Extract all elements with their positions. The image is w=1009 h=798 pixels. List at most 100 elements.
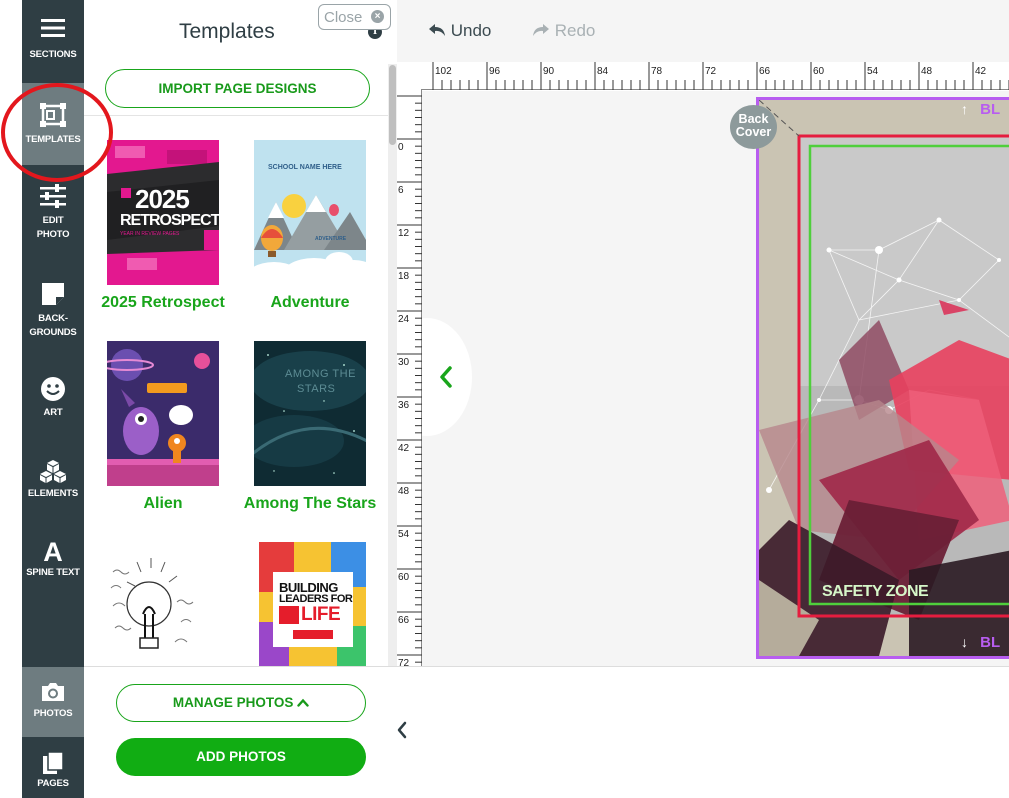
ruler-label: 60 [813,66,825,77]
ruler-label: 54 [867,66,879,77]
stars-artwork [254,341,366,486]
ruler-label: 66 [398,615,410,626]
thumb-school: SCHOOL NAME HERE [268,164,342,171]
cubes-icon [40,460,66,483]
redo-label: Redo [554,21,596,40]
template-name[interactable]: Adventure [235,294,385,312]
undo-icon [429,24,445,36]
nav-bg-label-2: GROUNDS [29,327,77,338]
nav-art[interactable]: ART [22,376,84,420]
thumb-among: AMONG THE [285,368,356,380]
ruler-label: 0 [398,142,404,153]
menu-icon [41,19,65,37]
ruler-label: 84 [597,66,609,77]
ruler-label: 6 [398,185,404,196]
template-thumbnail[interactable] [107,341,219,486]
nav-spine-text[interactable]: A SPINE TEXT [22,538,84,580]
nav-pages[interactable]: PAGES [22,751,84,791]
chevron-up-icon [297,698,309,707]
ruler-label: 72 [398,658,410,666]
thumb-year: 2025 [135,184,190,214]
sliders-icon [40,184,66,208]
nav-bg-label-1: BACK- [38,313,68,324]
collapse-panel-tab[interactable] [422,318,472,436]
manage-photos-label: MANAGE PHOTOS [172,695,294,710]
ruler-label: 48 [921,66,933,77]
chevron-left-icon[interactable] [396,721,408,739]
camera-icon [42,683,64,701]
thumb-year-review: YEAR IN REVIEW PAGES [120,231,180,237]
back-cover-line1: Back [738,112,769,126]
nav-photos-label: PHOTOS [33,708,73,719]
ruler-label: 54 [398,529,410,540]
redo-icon [533,24,549,36]
template-thumbnail[interactable]: SCHOOL NAME HERE ADVENTURE [254,140,366,285]
horizontal-ruler: 10296908478726660544842363024 [421,62,1009,90]
close-button[interactable]: Close × [318,4,391,30]
panel-scrollbar[interactable] [388,64,397,666]
safety-zone-label: SAFETY ZONE [822,583,929,600]
templates-panel: Templates i Close × IMPORT PAGE DESIGNS … [84,0,397,666]
back-cover-page[interactable]: SAFETY ZONE ↑ BL ↓ BL [756,97,1009,659]
thumb-retrospect: RETROSPECT [120,212,219,229]
ruler-label: 72 [705,66,717,77]
nav-sections-label: SECTIONS [29,49,77,60]
thumb-stars: STARS [297,383,336,395]
add-photos-button[interactable]: ADD PHOTOS [116,738,366,776]
thumb-life: LIFE [301,604,341,625]
close-icon: × [371,10,384,23]
ruler-label: 60 [398,572,410,583]
ruler-label: 66 [759,66,771,77]
nav-edit-label-2: PHOTO [36,229,70,240]
chevron-left-icon [440,366,452,388]
nav-elements[interactable]: ELEMENTS [22,459,84,501]
nav-sections[interactable]: SECTIONS [22,18,84,62]
background-icon [42,283,64,305]
redo-button[interactable]: Redo [532,21,595,41]
handwriting-artwork [107,542,219,666]
close-label: Close [324,9,363,26]
nav-art-label: ART [43,407,63,418]
ruler-corner [397,62,421,90]
template-name[interactable]: 2025 Retrospect [88,294,238,312]
template-thumbnail[interactable] [107,542,219,666]
horizontal-ruler-scale: 10296908478726660544842363024 [432,62,1009,90]
bleed-label-top: ↑ BL [961,101,1000,118]
smiley-icon [41,377,65,401]
ruler-label: 42 [975,66,987,77]
bottom-bar: MANAGE PHOTOS ADD PHOTOS [84,666,1009,798]
ruler-label: 12 [398,228,410,239]
back-cover-badge[interactable]: Back Cover [730,105,777,149]
pages-icon [43,751,64,774]
vertical-ruler: 0 6 12 18 24 30 36 42 48 54 60 66 72 [397,90,422,669]
alien-artwork [107,341,219,486]
nav-bottom-group: PHOTOS PAGES [22,667,84,798]
ruler-label: 78 [651,66,663,77]
template-name[interactable]: Alien [88,495,238,513]
ruler-label: 102 [435,66,452,77]
ruler-label: 18 [398,271,410,282]
undo-button[interactable]: Undo [428,21,491,41]
nav-templates-label: TEMPLATES [25,134,81,145]
template-thumbnail[interactable]: AMONG THE STARS [254,341,366,486]
template-name[interactable]: Among The Stars [235,495,385,513]
template-thumbnail[interactable]: 2025 RETROSPECT YEAR IN REVIEW PAGES [107,140,219,285]
import-page-designs-button[interactable]: IMPORT PAGE DESIGNS [105,69,370,108]
arrow-up-icon: ↑ [961,101,968,117]
geometric-background [759,100,1009,656]
manage-photos-button[interactable]: MANAGE PHOTOS [116,684,366,722]
ruler-label: 42 [398,443,410,454]
nav-edit-photo[interactable]: EDIT PHOTO [22,184,84,242]
panel-scrollbar-thumb[interactable] [389,65,396,145]
ruler-label: 24 [398,314,410,325]
thumb-adventure: ADVENTURE [315,236,347,242]
panel-divider [84,115,389,116]
nav-backgrounds[interactable]: BACK- GROUNDS [22,282,84,340]
template-thumbnail[interactable]: BUILDING LEADERS FOR LIFE [259,542,366,666]
nav-spine-label: SPINE TEXT [26,567,80,578]
ruler-label: 90 [543,66,555,77]
nav-templates[interactable]: TEMPLATES [22,83,84,165]
nav-photos[interactable]: PHOTOS [22,667,84,737]
bleed-bottom-text: BL [980,634,1001,651]
design-canvas[interactable]: SAFETY ZONE ↑ BL ↓ BL Back Cover [422,91,1009,666]
